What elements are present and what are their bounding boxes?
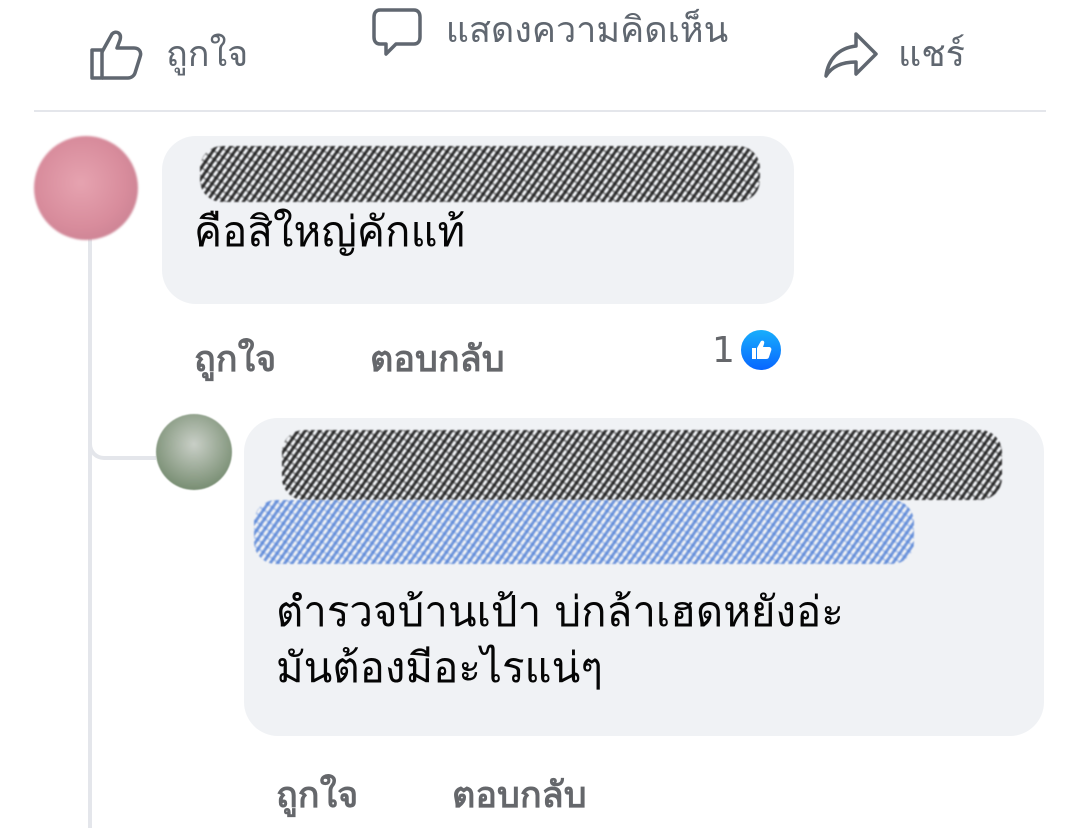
redacted-mention[interactable] [254,500,914,564]
avatar[interactable] [156,414,232,490]
share-button-label: แชร์ [898,34,965,75]
comment-reply-button[interactable]: ตอบกลับ [452,766,587,823]
comment-like-button[interactable]: ถูกใจ [276,766,358,823]
speech-bubble-icon [372,8,422,56]
reaction-count: 1 [712,329,735,371]
reaction-summary[interactable]: 1 [712,328,783,372]
comment-reply-button[interactable]: ตอบกลับ [370,330,505,387]
comment-text: คือสิใหญ่คักแท้ [194,207,466,256]
like-reaction-icon [738,328,783,372]
thumbs-up-icon [90,30,143,80]
comment-button[interactable]: แสดงความคิดเห็น [370,4,732,58]
redacted-author-name[interactable] [200,146,760,202]
action-bar-divider [34,110,1046,112]
like-button[interactable]: ถูกใจ [88,28,248,82]
comment-text-line: มันต้องมีอะไรแน่ๆ [276,643,603,692]
post-action-bar: ถูกใจ แสดงความคิดเห็น แชร์ [0,0,1080,110]
redacted-author-name[interactable] [282,430,1002,500]
like-button-label: ถูกใจ [166,34,249,75]
thread-connector-line [88,228,92,828]
reply-connector [88,420,156,460]
comment-like-button[interactable]: ถูกใจ [194,330,276,387]
share-button[interactable]: แชร์ [822,30,965,80]
share-arrow-icon [824,32,878,78]
avatar[interactable] [34,136,138,240]
comment-button-label: แสดงความคิดเห็น [445,10,729,51]
comment-text: ตำรวจบ้านเป้า บ่กล้าเฮดหยังอ่ะ มันต้องมี… [276,584,844,696]
comment-text-line: ตำรวจบ้านเป้า บ่กล้าเฮดหยังอ่ะ [276,587,844,636]
